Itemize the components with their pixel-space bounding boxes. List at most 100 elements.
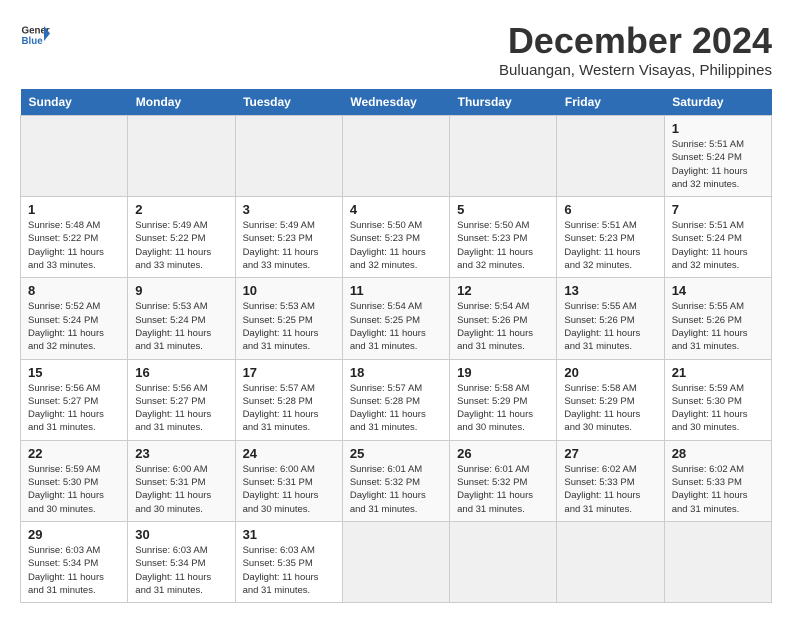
day-detail: Sunrise: 5:49 AMSunset: 5:23 PMDaylight:… [243,220,319,271]
day-cell [450,116,557,197]
day-number: 3 [243,202,335,217]
day-number: 5 [457,202,549,217]
day-cell [342,521,449,602]
day-detail: Sunrise: 5:56 AMSunset: 5:27 PMDaylight:… [28,383,104,434]
day-detail: Sunrise: 5:58 AMSunset: 5:29 PMDaylight:… [564,383,640,434]
day-detail: Sunrise: 6:01 AMSunset: 5:32 PMDaylight:… [350,464,426,515]
day-cell: 13 Sunrise: 5:55 AMSunset: 5:26 PMDaylig… [557,278,664,359]
location-title: Buluangan, Western Visayas, Philippines [499,62,772,79]
day-number: 16 [135,365,227,380]
day-cell: 19 Sunrise: 5:58 AMSunset: 5:29 PMDaylig… [450,359,557,440]
day-cell [128,116,235,197]
day-cell [557,116,664,197]
day-cell: 5 Sunrise: 5:50 AMSunset: 5:23 PMDayligh… [450,197,557,278]
day-detail: Sunrise: 5:51 AMSunset: 5:24 PMDaylight:… [672,220,748,271]
col-header-tuesday: Tuesday [235,89,342,116]
day-cell: 2 Sunrise: 5:49 AMSunset: 5:22 PMDayligh… [128,197,235,278]
day-number: 8 [28,283,120,298]
day-detail: Sunrise: 6:03 AMSunset: 5:34 PMDaylight:… [135,545,211,596]
day-detail: Sunrise: 5:58 AMSunset: 5:29 PMDaylight:… [457,383,533,434]
day-detail: Sunrise: 5:51 AMSunset: 5:24 PMDaylight:… [672,139,748,190]
header: General Blue December 2024 Buluangan, We… [20,20,772,79]
week-row-6: 29 Sunrise: 6:03 AMSunset: 5:34 PMDaylig… [21,521,772,602]
day-cell: 11 Sunrise: 5:54 AMSunset: 5:25 PMDaylig… [342,278,449,359]
day-number: 1 [672,121,764,136]
day-cell [557,521,664,602]
day-number: 18 [350,365,442,380]
day-cell: 28 Sunrise: 6:02 AMSunset: 5:33 PMDaylig… [664,440,771,521]
day-detail: Sunrise: 5:54 AMSunset: 5:26 PMDaylight:… [457,301,533,352]
day-number: 2 [135,202,227,217]
day-number: 11 [350,283,442,298]
day-cell [450,521,557,602]
day-detail: Sunrise: 5:51 AMSunset: 5:23 PMDaylight:… [564,220,640,271]
day-detail: Sunrise: 5:57 AMSunset: 5:28 PMDaylight:… [350,383,426,434]
day-number: 13 [564,283,656,298]
day-cell: 12 Sunrise: 5:54 AMSunset: 5:26 PMDaylig… [450,278,557,359]
day-cell: 30 Sunrise: 6:03 AMSunset: 5:34 PMDaylig… [128,521,235,602]
day-cell: 7 Sunrise: 5:51 AMSunset: 5:24 PMDayligh… [664,197,771,278]
week-row-3: 8 Sunrise: 5:52 AMSunset: 5:24 PMDayligh… [21,278,772,359]
day-detail: Sunrise: 5:57 AMSunset: 5:28 PMDaylight:… [243,383,319,434]
day-number: 17 [243,365,335,380]
col-header-saturday: Saturday [664,89,771,116]
day-number: 15 [28,365,120,380]
day-number: 26 [457,446,549,461]
day-detail: Sunrise: 5:56 AMSunset: 5:27 PMDaylight:… [135,383,211,434]
day-number: 29 [28,527,120,542]
day-cell: 21 Sunrise: 5:59 AMSunset: 5:30 PMDaylig… [664,359,771,440]
day-detail: Sunrise: 5:53 AMSunset: 5:25 PMDaylight:… [243,301,319,352]
day-cell [235,116,342,197]
day-number: 20 [564,365,656,380]
col-header-friday: Friday [557,89,664,116]
svg-text:Blue: Blue [22,36,44,47]
day-detail: Sunrise: 6:03 AMSunset: 5:35 PMDaylight:… [243,545,319,596]
day-cell: 22 Sunrise: 5:59 AMSunset: 5:30 PMDaylig… [21,440,128,521]
day-number: 24 [243,446,335,461]
day-detail: Sunrise: 5:55 AMSunset: 5:26 PMDaylight:… [564,301,640,352]
day-detail: Sunrise: 5:54 AMSunset: 5:25 PMDaylight:… [350,301,426,352]
day-number: 31 [243,527,335,542]
day-cell: 6 Sunrise: 5:51 AMSunset: 5:23 PMDayligh… [557,197,664,278]
day-number: 6 [564,202,656,217]
day-cell: 3 Sunrise: 5:49 AMSunset: 5:23 PMDayligh… [235,197,342,278]
day-number: 7 [672,202,764,217]
day-detail: Sunrise: 5:50 AMSunset: 5:23 PMDaylight:… [350,220,426,271]
col-header-monday: Monday [128,89,235,116]
day-number: 21 [672,365,764,380]
week-row-4: 15 Sunrise: 5:56 AMSunset: 5:27 PMDaylig… [21,359,772,440]
day-cell: 26 Sunrise: 6:01 AMSunset: 5:32 PMDaylig… [450,440,557,521]
day-cell: 1 Sunrise: 5:51 AMSunset: 5:24 PMDayligh… [664,116,771,197]
day-number: 25 [350,446,442,461]
day-detail: Sunrise: 5:59 AMSunset: 5:30 PMDaylight:… [28,464,104,515]
col-header-sunday: Sunday [21,89,128,116]
col-header-wednesday: Wednesday [342,89,449,116]
day-detail: Sunrise: 5:50 AMSunset: 5:23 PMDaylight:… [457,220,533,271]
day-cell [342,116,449,197]
day-cell: 23 Sunrise: 6:00 AMSunset: 5:31 PMDaylig… [128,440,235,521]
day-number: 30 [135,527,227,542]
day-detail: Sunrise: 6:03 AMSunset: 5:34 PMDaylight:… [28,545,104,596]
day-detail: Sunrise: 5:48 AMSunset: 5:22 PMDaylight:… [28,220,104,271]
day-cell: 18 Sunrise: 5:57 AMSunset: 5:28 PMDaylig… [342,359,449,440]
day-detail: Sunrise: 5:53 AMSunset: 5:24 PMDaylight:… [135,301,211,352]
day-number: 4 [350,202,442,217]
day-detail: Sunrise: 6:01 AMSunset: 5:32 PMDaylight:… [457,464,533,515]
day-detail: Sunrise: 5:59 AMSunset: 5:30 PMDaylight:… [672,383,748,434]
day-cell: 4 Sunrise: 5:50 AMSunset: 5:23 PMDayligh… [342,197,449,278]
calendar-table: SundayMondayTuesdayWednesdayThursdayFrid… [20,89,772,603]
day-number: 23 [135,446,227,461]
day-cell: 20 Sunrise: 5:58 AMSunset: 5:29 PMDaylig… [557,359,664,440]
day-cell: 1 Sunrise: 5:48 AMSunset: 5:22 PMDayligh… [21,197,128,278]
week-row-2: 1 Sunrise: 5:48 AMSunset: 5:22 PMDayligh… [21,197,772,278]
day-number: 9 [135,283,227,298]
day-detail: Sunrise: 6:02 AMSunset: 5:33 PMDaylight:… [672,464,748,515]
header-row: SundayMondayTuesdayWednesdayThursdayFrid… [21,89,772,116]
day-cell [664,521,771,602]
logo-icon: General Blue [20,20,50,50]
day-number: 14 [672,283,764,298]
day-cell: 17 Sunrise: 5:57 AMSunset: 5:28 PMDaylig… [235,359,342,440]
day-cell: 14 Sunrise: 5:55 AMSunset: 5:26 PMDaylig… [664,278,771,359]
day-detail: Sunrise: 6:00 AMSunset: 5:31 PMDaylight:… [243,464,319,515]
day-cell: 15 Sunrise: 5:56 AMSunset: 5:27 PMDaylig… [21,359,128,440]
